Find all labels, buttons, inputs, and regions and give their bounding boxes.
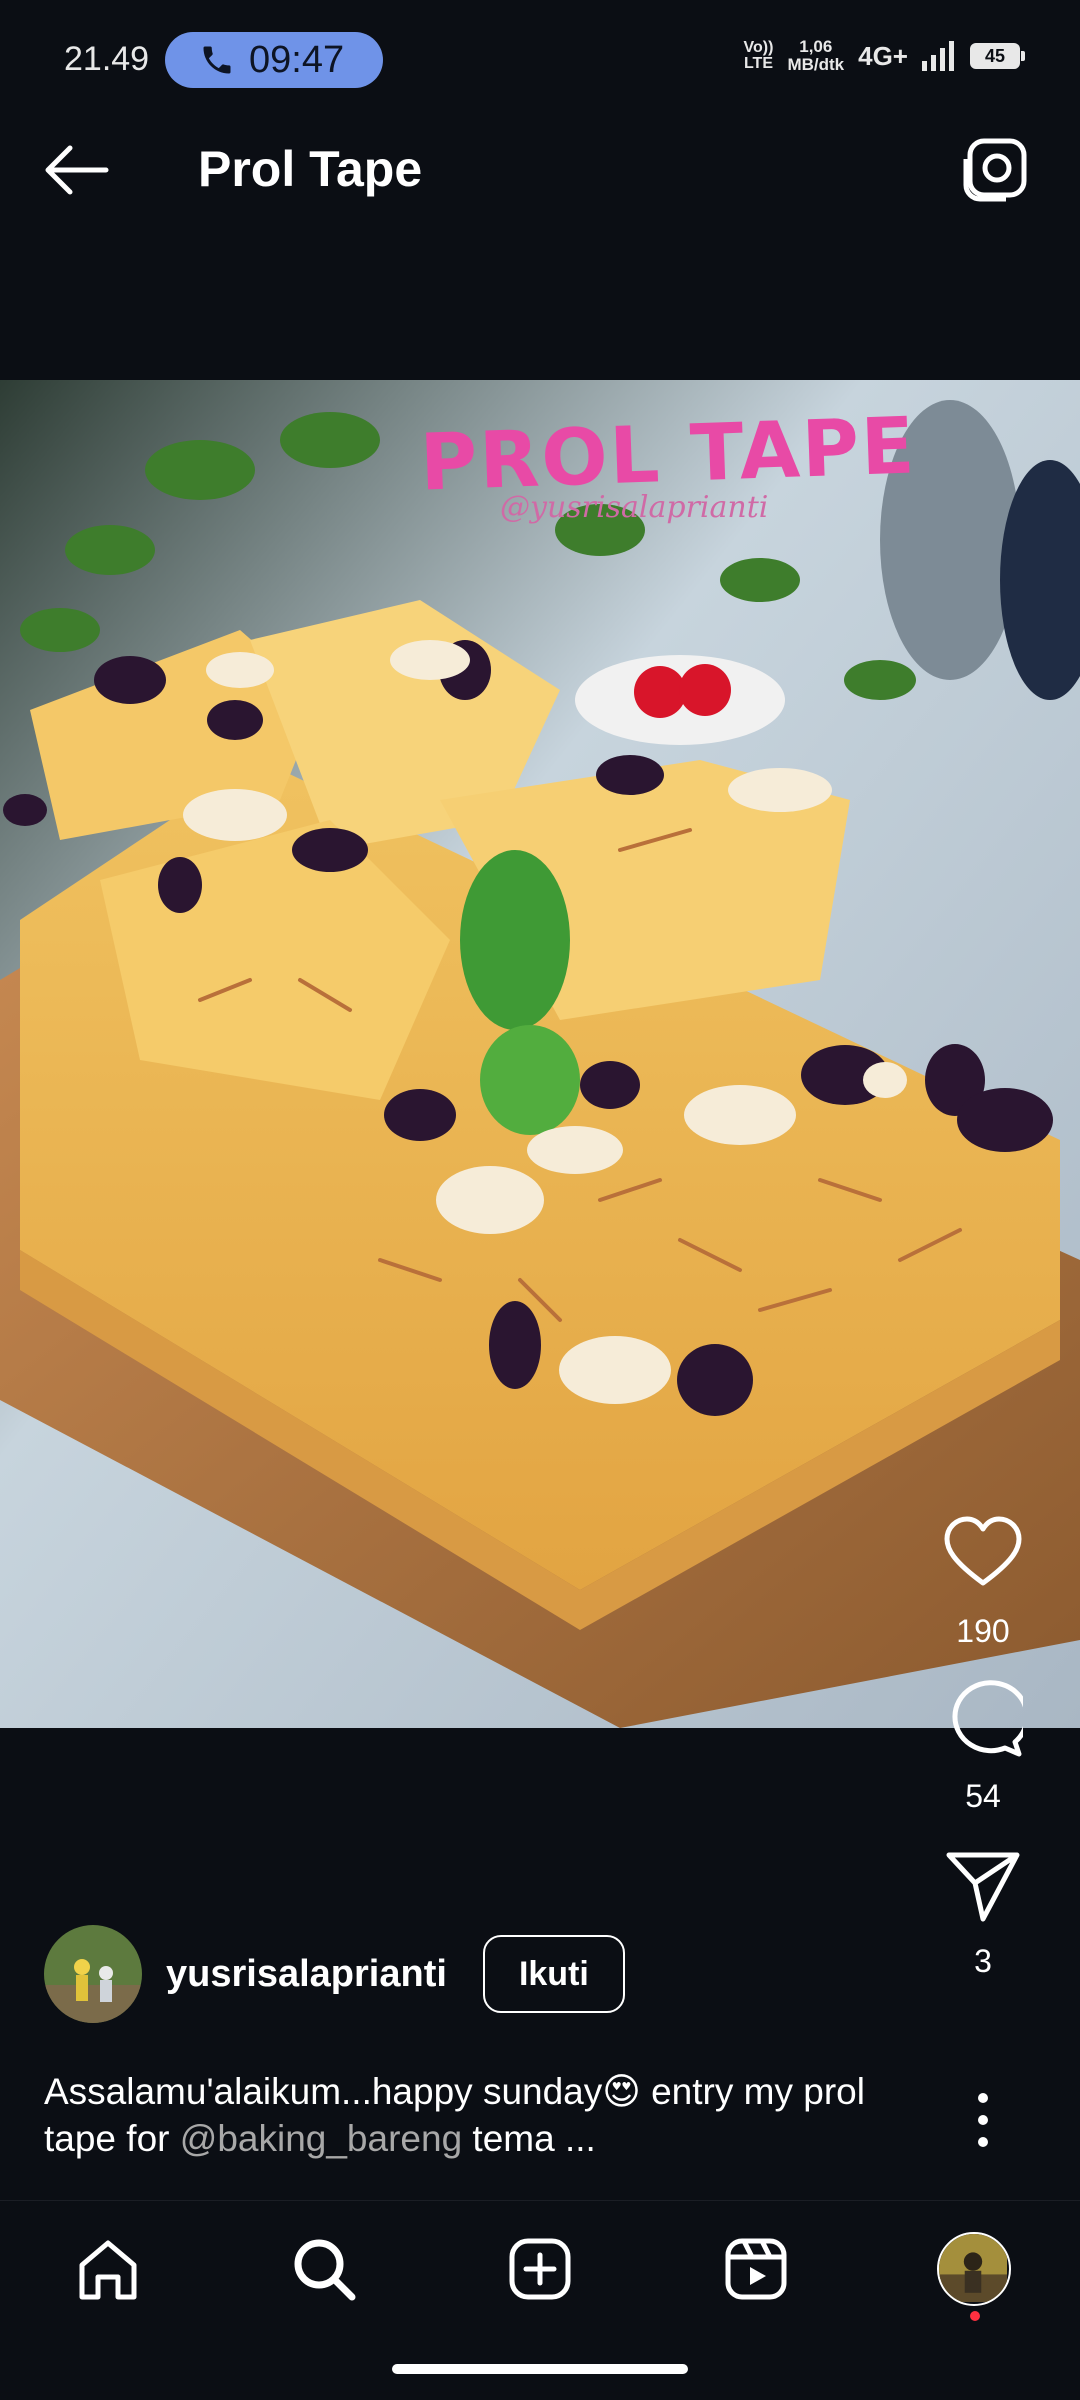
status-bar: 21.49 09:47 Vo)) LTE 1,06 MB/dtk 4G+ 45 — [0, 0, 1080, 95]
home-gesture-bar[interactable] — [392, 2364, 688, 2374]
top-bar: Prol Tape — [0, 95, 1080, 245]
arrow-left-icon — [45, 145, 109, 195]
page-title: Prol Tape — [198, 141, 423, 197]
comment-action: 54 — [920, 1680, 1046, 1815]
caption-mention[interactable]: @baking_bareng — [180, 2118, 462, 2159]
caption-text-end: tema ... — [462, 2118, 596, 2159]
post-caption[interactable]: Assalamu'alaikum...happy sunday😍 entry m… — [44, 2068, 944, 2162]
comment-icon[interactable] — [943, 1680, 1023, 1760]
paper-plane-icon[interactable] — [943, 1845, 1023, 1925]
camera-button[interactable] — [962, 137, 1028, 203]
nav-search[interactable] — [284, 2229, 364, 2309]
like-count: 190 — [956, 1613, 1010, 1649]
volte-bottom: LTE — [743, 55, 773, 72]
comment-count: 54 — [965, 1778, 1001, 1814]
profile-photo — [939, 2234, 1007, 2302]
post-actions: 190 54 3 — [920, 1515, 1046, 2010]
avatar-photo — [44, 1925, 142, 2023]
food-photo — [0, 380, 1080, 1728]
signal-icon — [922, 41, 954, 71]
volte-top: Vo)) — [743, 39, 774, 56]
more-vertical-icon[interactable] — [970, 2090, 996, 2150]
network-speed: 1,06 MB/dtk — [787, 38, 844, 74]
call-duration: 09:47 — [249, 38, 345, 81]
network-type: 4G+ — [858, 40, 908, 71]
image-watermark-handle: @yusrisalaprianti — [500, 490, 769, 525]
heart-icon[interactable] — [943, 1515, 1023, 1595]
reels-icon — [725, 2238, 787, 2300]
status-indicators: Vo)) LTE 1,06 MB/dtk 4G+ 45 — [744, 38, 1025, 74]
author-username[interactable]: yusrisalaprianti — [166, 1953, 447, 1996]
profile-avatar — [937, 2232, 1011, 2306]
nav-home[interactable] — [68, 2229, 148, 2309]
notification-dot — [970, 2311, 980, 2321]
volte-indicator: Vo)) LTE — [744, 40, 774, 72]
camera-icon — [963, 138, 1027, 202]
ongoing-call-pill[interactable]: 09:47 — [165, 32, 383, 88]
share-action: 3 — [920, 1845, 1046, 1980]
search-icon — [294, 2239, 356, 2301]
follow-button[interactable]: Ikuti — [482, 1935, 625, 2013]
plus-square-icon — [509, 2238, 571, 2300]
nav-profile[interactable] — [934, 2229, 1014, 2321]
post-author: yusrisalaprianti Ikuti — [44, 1925, 625, 2023]
speed-unit: MB/dtk — [787, 55, 845, 74]
nav-create[interactable] — [500, 2229, 580, 2309]
post-image[interactable]: PROL TAPE @yusrisalaprianti — [0, 380, 1080, 1728]
battery-level: 45 — [984, 45, 1006, 66]
home-icon — [79, 2240, 137, 2300]
like-action: 190 — [920, 1515, 1046, 1650]
phone-icon — [203, 46, 231, 74]
battery-icon: 45 — [970, 43, 1025, 69]
back-button[interactable] — [40, 140, 112, 200]
share-count: 3 — [974, 1943, 992, 1979]
speed-value: 1,06 — [799, 37, 833, 56]
status-time: 21.49 — [64, 40, 150, 78]
author-avatar[interactable] — [44, 1925, 142, 2023]
nav-reels[interactable] — [716, 2229, 796, 2309]
